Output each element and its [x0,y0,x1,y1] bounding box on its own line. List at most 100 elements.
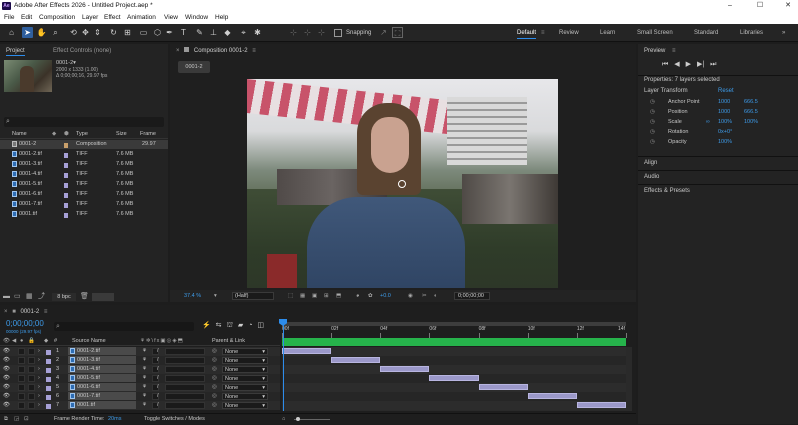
workspace-libraries[interactable]: Libraries [740,28,763,39]
menu-view[interactable]: View [161,13,181,23]
label-color-swatch[interactable] [46,404,51,410]
bpc-button[interactable]: 8 bpc [52,293,76,301]
label-color-swatch[interactable] [64,153,68,159]
shy-switch-icon[interactable]: ⚘ [142,356,147,365]
expand-chevron-icon[interactable]: › [38,356,40,365]
layer-duration-bar[interactable] [429,375,479,381]
eraser-icon[interactable]: ◆ [222,27,233,38]
menu-effect[interactable]: Effect [101,13,124,23]
align-section[interactable]: Align [644,160,657,166]
project-item[interactable]: 0001-3.tif TIFF 7.6 MB [0,160,168,169]
menu-file[interactable]: File [1,13,17,23]
pick-whip-icon[interactable]: ◎ [212,356,217,365]
zoom-icon[interactable]: ⌕ [50,27,61,38]
close-tab-icon[interactable]: × [4,309,8,315]
solo-icon[interactable]: ● [20,337,23,346]
label-color-swatch[interactable] [64,163,68,169]
layer-switches[interactable] [165,402,205,410]
quality-switch-icon[interactable]: / [157,383,159,392]
render-icon[interactable]: ⤴ [38,292,45,302]
layer-row[interactable]: 👁 › 4 0001-5.tif ⚘ / ◎ None ▾ [0,374,280,383]
motion-blur-icon[interactable]: ◔ [248,322,252,329]
label-color-swatch[interactable] [64,173,68,179]
stopwatch-icon[interactable]: ◷ [650,128,655,137]
next-frame-icon[interactable]: ▶| [697,61,704,68]
workspace-menu-icon[interactable]: ≡ [541,28,545,39]
project-search-input[interactable]: ⌕ [4,117,164,127]
parent-dropdown[interactable]: None ▾ [222,348,268,355]
snapping-checkbox[interactable] [334,29,342,37]
minimize-button[interactable]: – [722,1,738,11]
time-ruler[interactable]: 00f 02f 04f 06f 08f 10f 12f 14f [282,326,632,338]
local-axis-icon[interactable]: ⊹ [288,27,299,38]
lock-checkbox[interactable] [28,348,35,356]
constrain-proportions-icon[interactable]: ∞ [706,118,710,127]
workspace-standard[interactable]: Standard [694,28,718,39]
lock-checkbox[interactable] [28,393,35,401]
roto-brush-icon[interactable]: ⌖ [238,27,249,38]
layer-switches[interactable] [165,375,205,383]
rotate-icon[interactable]: ↻ [108,27,119,38]
quality-switch-icon[interactable]: / [157,356,159,365]
3d-view-icon[interactable]: ⬒ [336,290,341,302]
viewer-timecode[interactable]: 0;00;00;00 [454,292,490,300]
transfer-controls-icon[interactable]: ◲ [14,414,19,425]
preview-menu-icon[interactable]: ≡ [672,46,676,56]
menu-window[interactable]: Window [182,13,211,23]
label-color-swatch[interactable] [46,368,51,374]
timeline-timecode[interactable]: 0;00;00;00 [6,319,44,328]
shy-switch-icon[interactable]: ⚘ [142,383,147,392]
timeline-search-input[interactable]: ⌕ [54,322,194,331]
layer-row[interactable]: 👁 › 7 0001.tif ⚘ / ◎ None ▾ [0,401,280,410]
solo-checkbox[interactable] [18,375,25,383]
menu-composition[interactable]: Composition [36,13,78,23]
parent-dropdown[interactable]: None ▾ [222,366,268,373]
tab-project[interactable]: Project [6,46,25,56]
shy-switch-icon[interactable]: ⚘ [142,347,147,356]
pick-whip-icon[interactable]: ◎ [212,392,217,401]
label-color-swatch[interactable] [64,183,68,189]
puppet-pin-icon[interactable]: ✱ [252,27,263,38]
zoom-level[interactable]: 37.4 % [184,290,201,302]
pick-whip-icon[interactable]: ◎ [212,383,217,392]
toggle-switches-modes[interactable]: Toggle Switches / Modes [144,414,205,425]
expand-chevron-icon[interactable]: › [38,365,40,374]
label-color-swatch[interactable] [46,359,51,365]
snap-options-icon[interactable]: ↗ [378,27,389,38]
region-of-interest-icon[interactable]: ⬚ [288,290,293,302]
workspace-small-screen[interactable]: Small Screen [637,28,673,39]
interpret-footage-icon[interactable]: ▬ [3,292,10,302]
layer-row[interactable]: 👁 › 6 0001-7.tif ⚘ / ◎ None ▾ [0,392,280,401]
delete-icon[interactable]: 🗑 [80,292,89,302]
lock-checkbox[interactable] [28,375,35,383]
label-color-swatch[interactable] [46,395,51,401]
layer-row[interactable]: 👁 › 2 0001-3.tif ⚘ / ◎ None ▾ [0,356,280,365]
solo-checkbox[interactable] [18,366,25,374]
visibility-eye-icon[interactable]: 👁 [3,401,10,410]
quality-switch-icon[interactable]: / [157,347,159,356]
pick-whip-icon[interactable]: ◎ [212,401,217,410]
layer-row[interactable]: 👁 › 5 0001-6.tif ⚘ / ◎ None ▾ [0,383,280,392]
hand-icon[interactable]: ✋ [36,27,47,38]
stopwatch-icon[interactable]: ◷ [650,108,655,117]
parent-dropdown[interactable]: None ▾ [222,393,268,400]
expand-chevron-icon[interactable]: › [38,374,40,383]
tab-effect-controls[interactable]: Effect Controls (none) [53,46,111,56]
exposure-icon[interactable]: ✿ [368,290,373,302]
first-frame-icon[interactable]: ⏮ [662,61,668,68]
menu-edit[interactable]: Edit [18,13,35,23]
menu-help[interactable]: Help [212,13,231,23]
world-axis-icon[interactable]: ⊹ [302,27,313,38]
visibility-eye-icon[interactable]: 👁 [3,356,10,365]
brush-icon[interactable]: ✎ [194,27,205,38]
shy-switch-icon[interactable]: ⚘ [142,401,147,410]
shy-switch-icon[interactable]: ⚘ [142,365,147,374]
layer-duration-bar[interactable] [331,357,381,363]
layer-duration-bar[interactable] [282,348,332,354]
more-workspaces-icon[interactable]: » [782,28,785,39]
layer-switches[interactable] [165,357,205,365]
label-col-icon[interactable]: ◆ [52,130,56,139]
shy-switch-icon[interactable]: ⚘ [142,374,147,383]
comp-flowchart-icon[interactable]: ⚡ [202,322,211,329]
close-tab-icon[interactable]: × [176,48,180,54]
